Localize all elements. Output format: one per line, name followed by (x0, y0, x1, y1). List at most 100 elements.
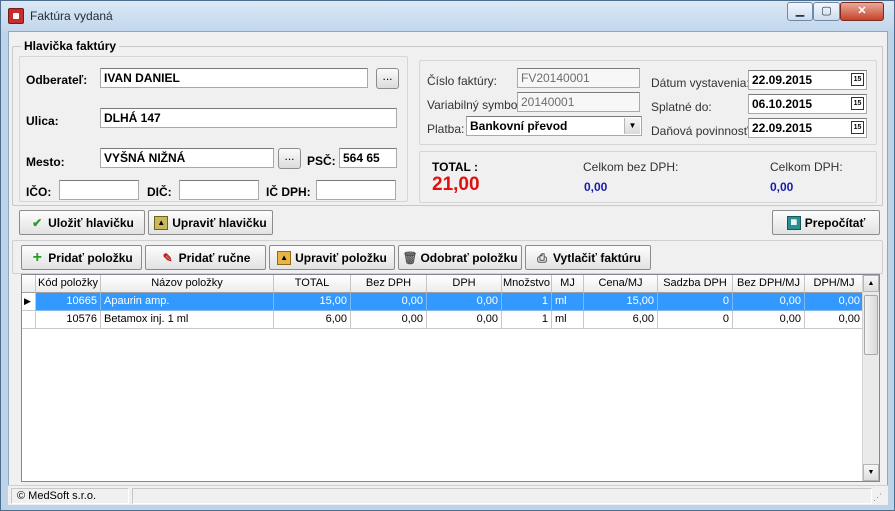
printer-icon: ⎙ (537, 250, 547, 265)
add-manual-button[interactable]: ✎ Pridať ručne (145, 245, 266, 270)
edit-item-button[interactable]: ▲ Upraviť položku (269, 245, 395, 270)
datum-vystavenia-field[interactable]: 22.09.2015 15 (748, 70, 867, 90)
mesto-browse-button[interactable]: ... (278, 148, 301, 169)
odberatel-field[interactable]: IVAN DANIEL (100, 68, 368, 88)
cell-dph-mj[interactable]: 0,00 (805, 293, 864, 311)
celkom-bez-dph-label: Celkom bez DPH: (583, 160, 679, 174)
cell-mj[interactable]: ml (552, 293, 584, 311)
psc-field[interactable]: 564 65 (339, 148, 397, 168)
col-kod[interactable]: Kód položky (36, 275, 101, 293)
add-item-button[interactable]: + Pridať položku (21, 245, 142, 270)
cislo-faktury-field[interactable]: FV20140001 (517, 68, 640, 88)
cell-total[interactable]: 15,00 (274, 293, 351, 311)
celkom-dph-label: Celkom DPH: (770, 160, 843, 174)
print-invoice-label: Vytlačiť faktúru (553, 250, 641, 265)
cell-dph-mj[interactable]: 0,00 (805, 311, 864, 329)
window-title: Faktúra vydaná (30, 9, 113, 23)
cell-bez-dph[interactable]: 0,00 (351, 293, 427, 311)
splatne-do-label: Splatné do: (651, 100, 712, 114)
cell-sadzba-dph[interactable]: 0 (658, 293, 733, 311)
platba-label: Platba: (427, 122, 465, 136)
calendar-icon[interactable]: 15 (851, 97, 864, 110)
odberatel-browse-button[interactable]: ... (376, 68, 399, 89)
items-grid[interactable]: Kód položky Názov položky TOTAL Bez DPH … (21, 274, 880, 482)
cell-kod[interactable]: 10576 (36, 311, 101, 329)
print-invoice-button[interactable]: ⎙ Vytlačiť faktúru (525, 245, 651, 270)
close-button[interactable]: ✕ (840, 2, 884, 21)
cell-mnozstvo[interactable]: 1 (502, 311, 552, 329)
trash-icon: 🗑 (402, 250, 418, 265)
invoice-header-group: Hlavička faktúry Odberateľ: IVAN DANIEL … (12, 39, 883, 206)
row-selector-arrow-icon[interactable]: ▶ (22, 293, 36, 311)
col-mj[interactable]: MJ (552, 275, 584, 293)
calendar-icon[interactable]: 15 (851, 73, 864, 86)
datum-vystavenia-value: 22.09.2015 (752, 73, 813, 87)
cell-bez-dph-mj[interactable]: 0,00 (733, 293, 805, 311)
row-header-corner (22, 275, 36, 293)
col-cena-mj[interactable]: Cena/MJ (584, 275, 658, 293)
remove-item-label: Odobrať položku (420, 250, 518, 265)
cell-kod[interactable]: 10665 (36, 293, 101, 311)
cislo-faktury-label: Číslo faktúry: (427, 74, 498, 88)
scroll-up-icon[interactable]: ▲ (863, 275, 879, 292)
cell-dph[interactable]: 0,00 (427, 311, 502, 329)
ulica-label: Ulica: (26, 114, 59, 128)
danova-povinnost-label: Daňová povinnosť: (651, 124, 752, 138)
vertical-scrollbar[interactable]: ▲ ▼ (862, 275, 879, 481)
recalculate-label: Prepočítať (804, 215, 866, 230)
col-bez-dph-mj[interactable]: Bez DPH/MJ (733, 275, 805, 293)
cell-bez-dph[interactable]: 0,00 (351, 311, 427, 329)
platba-select[interactable]: Bankovní převod ▼ (466, 116, 642, 136)
save-header-button[interactable]: ✔ Uložiť hlavičku (19, 210, 145, 235)
col-total[interactable]: TOTAL (274, 275, 351, 293)
total-label: TOTAL : (432, 160, 478, 174)
cell-mj[interactable]: ml (552, 311, 584, 329)
checkmark-icon: ✔ (32, 215, 43, 230)
splatne-do-field[interactable]: 06.10.2015 15 (748, 94, 867, 114)
chevron-down-icon[interactable]: ▼ (624, 118, 640, 134)
cell-dph[interactable]: 0,00 (427, 293, 502, 311)
maximize-button[interactable]: ▢ (813, 2, 840, 21)
dic-field[interactable] (179, 180, 259, 200)
mesto-label: Mesto: (26, 155, 65, 169)
mesto-field[interactable]: VYŠNÁ NIŽNÁ (100, 148, 274, 168)
recalculate-button[interactable]: ▦ Prepočítať (772, 210, 880, 235)
scrollbar-thumb[interactable] (864, 295, 878, 355)
invoice-window: Faktúra vydaná ▁ ▢ ✕ Hlavička faktúry Od… (0, 0, 895, 511)
cell-total[interactable]: 6,00 (274, 311, 351, 329)
ulica-field[interactable]: DLHÁ 147 (100, 108, 397, 128)
cell-nazov[interactable]: Betamox inj. 1 ml (101, 311, 274, 329)
scroll-down-icon[interactable]: ▼ (863, 464, 879, 481)
col-bez-dph[interactable]: Bez DPH (351, 275, 427, 293)
minimize-button[interactable]: ▁ (787, 2, 813, 21)
col-nazov[interactable]: Názov položky (101, 275, 274, 293)
odberatel-label: Odberateľ: (26, 73, 88, 87)
cell-sadzba-dph[interactable]: 0 (658, 311, 733, 329)
row-selector[interactable] (22, 311, 36, 329)
edit-header-label: Upraviť hlavičku (172, 215, 267, 230)
cell-cena-mj[interactable]: 6,00 (584, 311, 658, 329)
cell-mnozstvo[interactable]: 1 (502, 293, 552, 311)
col-dph-mj[interactable]: DPH/MJ (805, 275, 864, 293)
col-dph[interactable]: DPH (427, 275, 502, 293)
splatne-do-value: 06.10.2015 (752, 97, 813, 111)
cell-nazov[interactable]: Apaurin amp. (101, 293, 274, 311)
variabilny-symbol-label: Variabilný symbol: (427, 98, 524, 112)
title-bar[interactable]: Faktúra vydaná ▁ ▢ ✕ (1, 1, 894, 31)
edit-item-icon: ▲ (277, 250, 292, 265)
ico-field[interactable] (59, 180, 139, 200)
platba-select-value: Bankovní převod (470, 119, 568, 133)
icdph-field[interactable] (316, 180, 396, 200)
calendar-icon[interactable]: 15 (851, 121, 864, 134)
cell-bez-dph-mj[interactable]: 0,00 (733, 311, 805, 329)
remove-item-button[interactable]: 🗑 Odobrať položku (398, 245, 522, 270)
calculator-icon: ▦ (786, 215, 801, 230)
edit-header-button[interactable]: ▲ Upraviť hlavičku (148, 210, 273, 235)
variabilny-symbol-field[interactable]: 20140001 (517, 92, 640, 112)
col-sadzba-dph[interactable]: Sadzba DPH (658, 275, 733, 293)
danova-povinnost-field[interactable]: 22.09.2015 15 (748, 118, 867, 138)
ico-label: IČO: (26, 185, 52, 199)
cell-cena-mj[interactable]: 15,00 (584, 293, 658, 311)
resize-grip-icon[interactable]: ⋰ (873, 491, 885, 503)
col-mnozstvo[interactable]: Množstvo (502, 275, 552, 293)
